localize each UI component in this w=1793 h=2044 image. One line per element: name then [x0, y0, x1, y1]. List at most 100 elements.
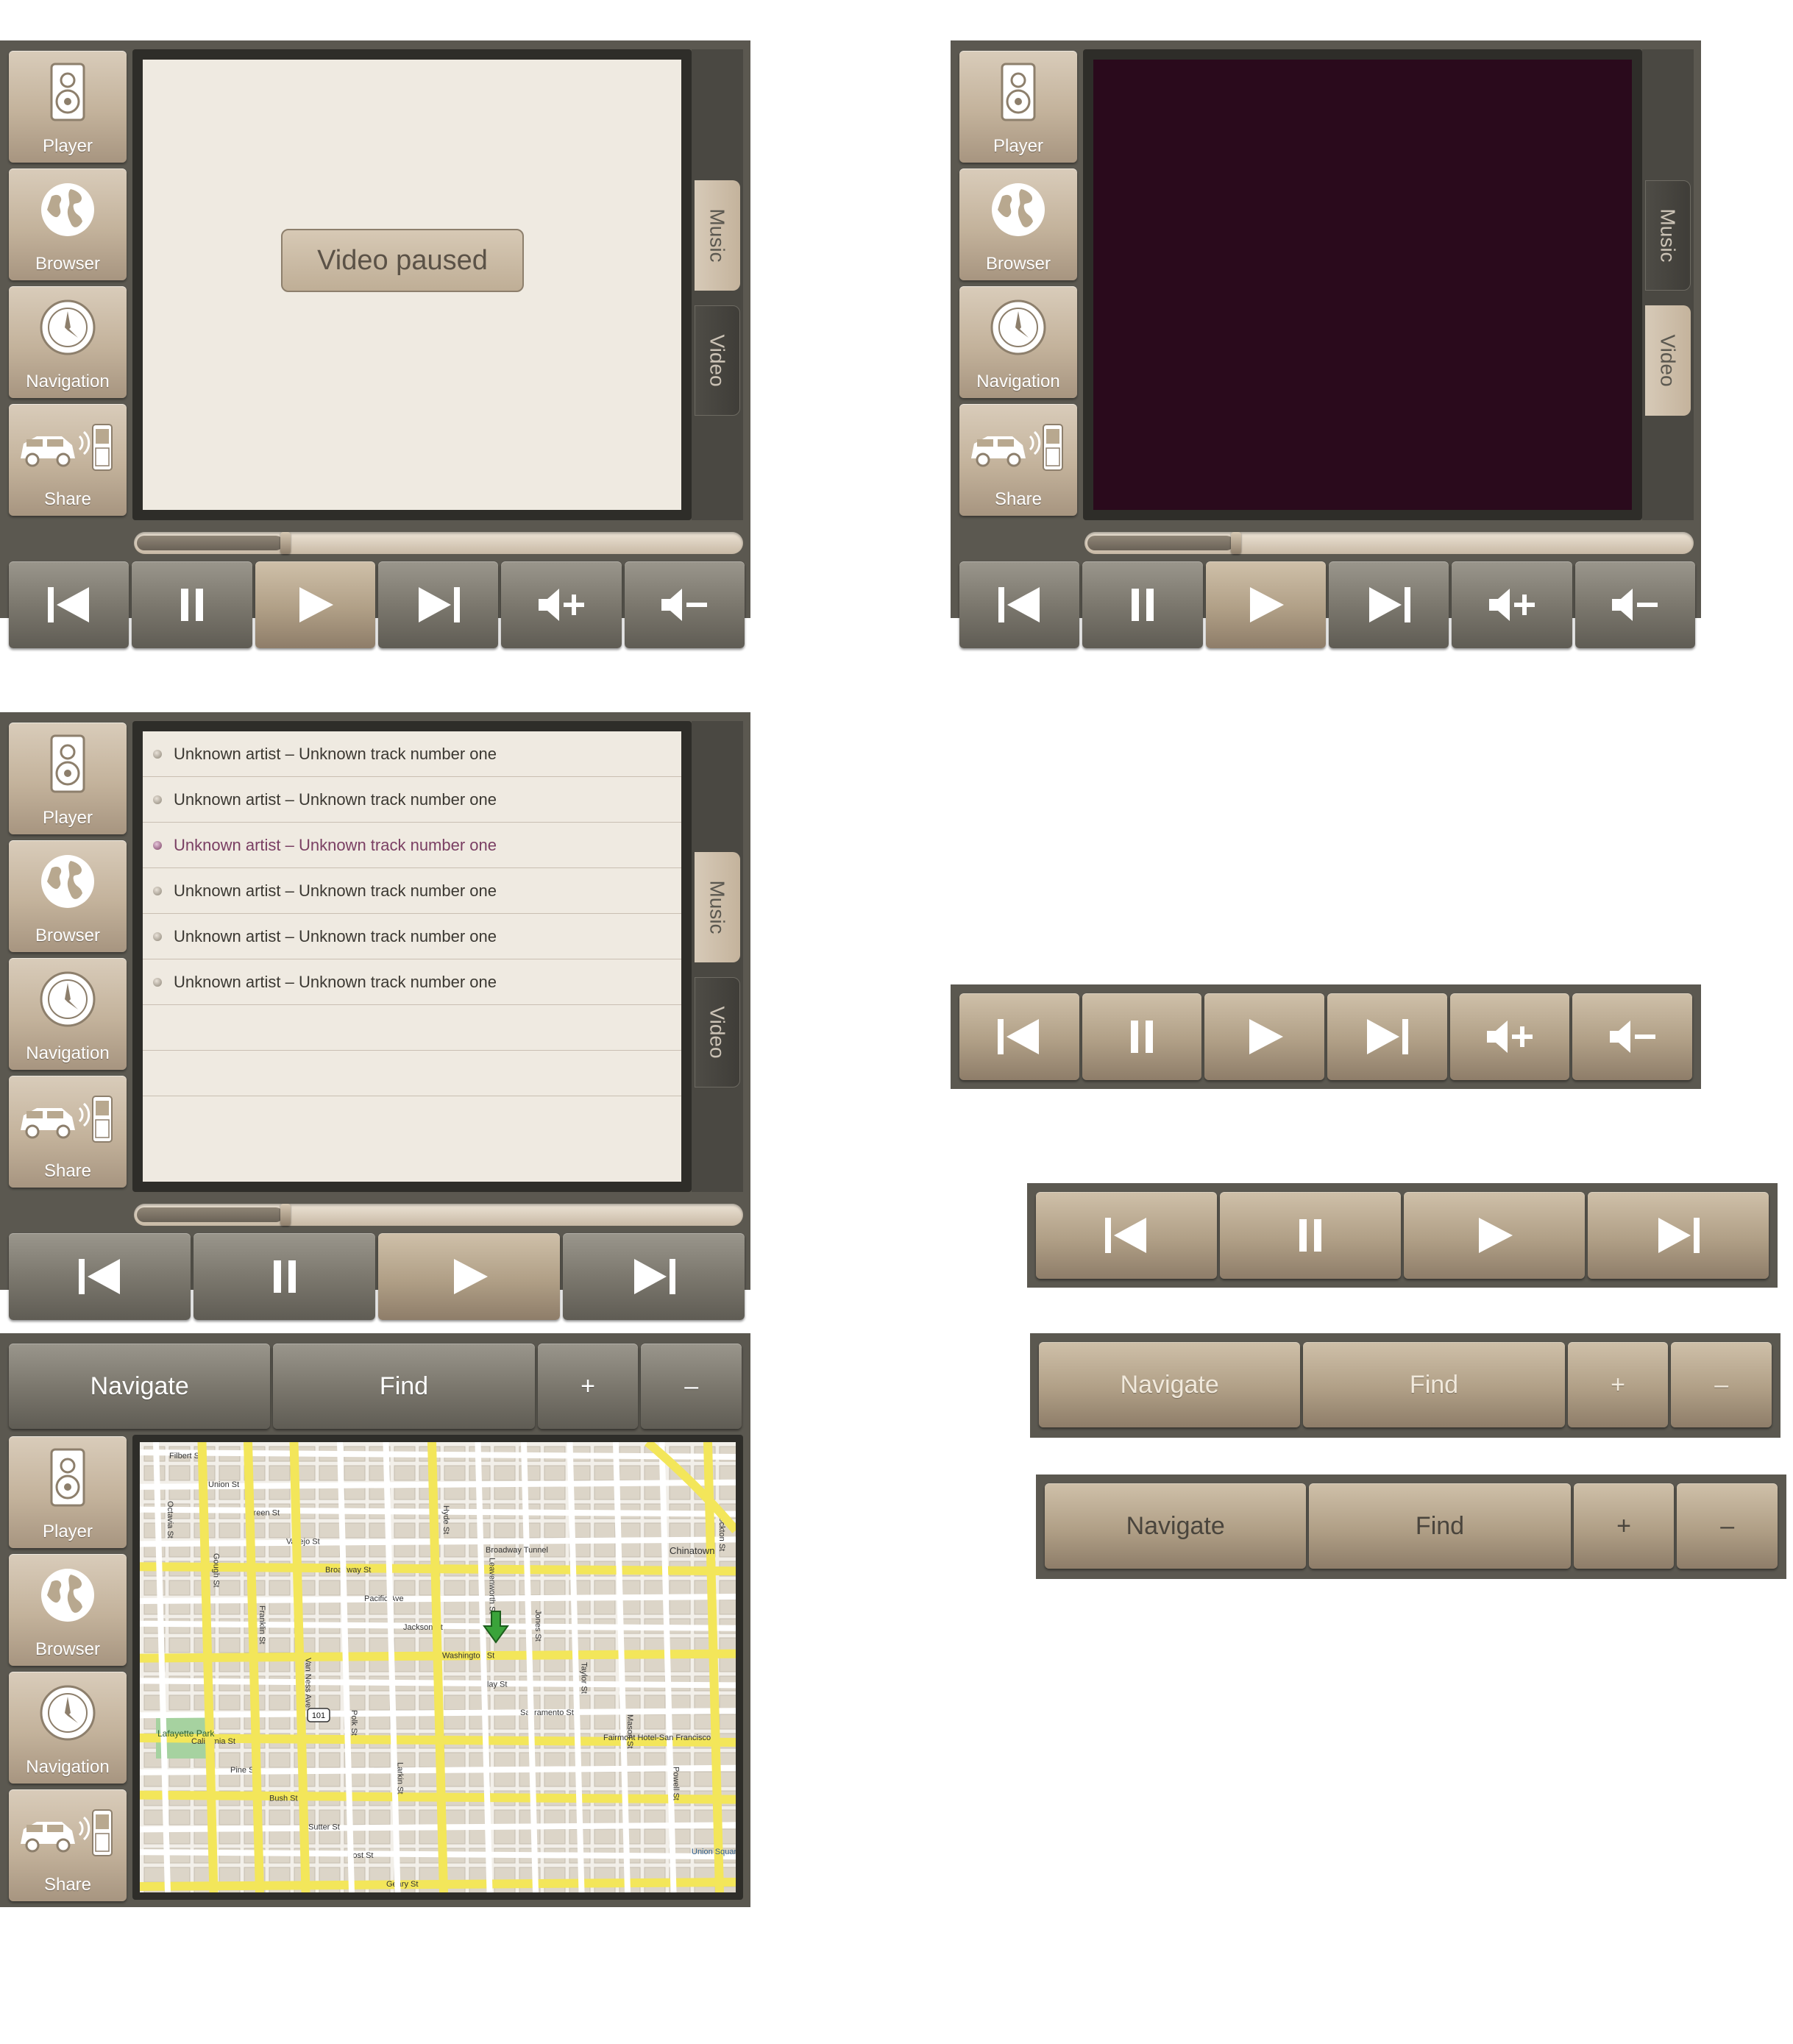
- map-view[interactable]: Filbert StUnion StGreen StVallejo StBroa…: [140, 1442, 736, 1892]
- track-title: Unknown artist – Unknown track number on…: [174, 789, 497, 809]
- map-block: [419, 1809, 441, 1825]
- pause-button[interactable]: [132, 561, 252, 648]
- previous-button[interactable]: [959, 561, 1080, 648]
- sidebar-item-browser[interactable]: Browser: [9, 168, 127, 280]
- map-block: [168, 1867, 191, 1883]
- track-title: Unknown artist – Unknown track number on…: [174, 926, 497, 945]
- zoom-in-button[interactable]: +: [1573, 1483, 1675, 1569]
- map-block: [444, 1828, 466, 1845]
- seek-bar[interactable]: [1084, 532, 1694, 554]
- track-row[interactable]: Unknown artist – Unknown track number on…: [143, 777, 681, 823]
- video-screen[interactable]: [1093, 60, 1632, 510]
- button-label: +: [580, 1371, 595, 1400]
- map-block: [594, 1656, 616, 1672]
- pause-button[interactable]: [1082, 561, 1203, 648]
- map-block: [369, 1637, 391, 1653]
- sidebar-item-navigation[interactable]: Navigation: [9, 1672, 127, 1784]
- sidebar-item-share[interactable]: Share: [9, 404, 127, 516]
- tab-music[interactable]: Music: [1645, 180, 1691, 291]
- previous-button[interactable]: [9, 1233, 191, 1320]
- map-block: [269, 1809, 291, 1825]
- sidebar-item-share[interactable]: Share: [9, 1789, 127, 1901]
- map-block: [669, 1714, 691, 1730]
- seek-bar[interactable]: [134, 532, 743, 554]
- volume-down-button[interactable]: [1574, 561, 1695, 648]
- map-block: [594, 1522, 616, 1539]
- play-button[interactable]: [378, 1233, 560, 1320]
- sidebar-item-player[interactable]: Player: [9, 1436, 127, 1548]
- previous-icon: [74, 1255, 126, 1299]
- sidebar-item-player[interactable]: Player: [9, 51, 127, 163]
- play-button[interactable]: [255, 561, 375, 648]
- zoom-out-button[interactable]: –: [1677, 1483, 1778, 1569]
- sidebar-item-share[interactable]: Share: [959, 404, 1077, 516]
- map-block: [544, 1484, 566, 1500]
- seek-bar-handle[interactable]: [280, 532, 291, 554]
- next-button[interactable]: [1328, 561, 1449, 648]
- sidebar-item-browser[interactable]: Browser: [9, 1554, 127, 1666]
- find-button[interactable]: Find: [273, 1344, 535, 1429]
- pause-button[interactable]: [1220, 1192, 1401, 1279]
- navigate-button[interactable]: Navigate: [1039, 1342, 1301, 1427]
- navigate-button[interactable]: Navigate: [1045, 1483, 1307, 1569]
- map-block: [444, 1714, 466, 1730]
- track-row[interactable]: Unknown artist – Unknown track number on…: [143, 731, 681, 777]
- sidebar-item-player[interactable]: Player: [9, 723, 127, 834]
- panel-music-playlist: Player Browser Navigation Share Unknown …: [0, 712, 750, 1320]
- tab-video[interactable]: Video: [695, 305, 740, 416]
- volume-down-button[interactable]: [624, 561, 745, 648]
- tab-video[interactable]: Video: [695, 977, 740, 1087]
- map-toolbar: Navigate Find + –: [1039, 1342, 1772, 1427]
- tab-music[interactable]: Music: [695, 852, 740, 962]
- map-block: [168, 1637, 191, 1653]
- map-block: [619, 1465, 641, 1481]
- sidebar-item-share[interactable]: Share: [9, 1076, 127, 1188]
- next-button[interactable]: [1588, 1192, 1769, 1279]
- map-toolbar: Navigate Find + –: [1045, 1483, 1778, 1569]
- find-button[interactable]: Find: [1303, 1342, 1565, 1427]
- volume-up-button[interactable]: [1449, 993, 1570, 1080]
- sidebar-item-browser[interactable]: Browser: [959, 168, 1077, 280]
- zoom-in-button[interactable]: +: [1567, 1342, 1669, 1427]
- find-button[interactable]: Find: [1309, 1483, 1571, 1569]
- seek-bar-handle[interactable]: [280, 1204, 291, 1226]
- play-button[interactable]: [1204, 993, 1325, 1080]
- map-block: [219, 1867, 241, 1883]
- tab-music[interactable]: Music: [695, 180, 740, 291]
- track-row[interactable]: Unknown artist – Unknown track number on…: [143, 959, 681, 1005]
- pause-button[interactable]: [1082, 993, 1202, 1080]
- next-button[interactable]: [563, 1233, 745, 1320]
- sidebar-item-label: Share: [43, 1875, 92, 1895]
- track-row[interactable]: Unknown artist – Unknown track number on…: [143, 868, 681, 914]
- volume-down-button[interactable]: [1572, 993, 1693, 1080]
- next-button[interactable]: [377, 561, 499, 648]
- volume-up-button[interactable]: [501, 561, 622, 648]
- play-button[interactable]: [1205, 561, 1326, 648]
- video-screen[interactable]: Video paused: [143, 60, 681, 510]
- zoom-in-button[interactable]: +: [537, 1344, 639, 1429]
- previous-button[interactable]: [959, 993, 1079, 1080]
- track-row[interactable]: Unknown artist – Unknown track number on…: [143, 823, 681, 868]
- next-button[interactable]: [1327, 993, 1447, 1080]
- seek-bar[interactable]: [134, 1204, 743, 1226]
- previous-button[interactable]: [9, 561, 129, 648]
- sidebar-item-browser[interactable]: Browser: [9, 840, 127, 952]
- sidebar-item-player[interactable]: Player: [959, 51, 1077, 163]
- map-block: [394, 1637, 416, 1653]
- pause-button[interactable]: [193, 1233, 375, 1320]
- navigate-button[interactable]: Navigate: [9, 1344, 271, 1429]
- sidebar-item-navigation[interactable]: Navigation: [9, 958, 127, 1070]
- play-button[interactable]: [1404, 1192, 1585, 1279]
- previous-button[interactable]: [1036, 1192, 1217, 1279]
- video-screen-bezel: [1083, 49, 1642, 520]
- seek-bar-handle[interactable]: [1230, 532, 1241, 554]
- zoom-out-button[interactable]: –: [1671, 1342, 1772, 1427]
- sidebar-item-navigation[interactable]: Navigation: [9, 286, 127, 398]
- zoom-out-button[interactable]: –: [641, 1344, 742, 1429]
- sidebar-item-navigation[interactable]: Navigation: [959, 286, 1077, 398]
- video-paused-button[interactable]: Video paused: [281, 229, 524, 292]
- tab-video[interactable]: Video: [1645, 305, 1691, 416]
- seek-bar-fill: [137, 536, 283, 550]
- volume-up-button[interactable]: [1452, 561, 1572, 648]
- track-row[interactable]: Unknown artist – Unknown track number on…: [143, 914, 681, 959]
